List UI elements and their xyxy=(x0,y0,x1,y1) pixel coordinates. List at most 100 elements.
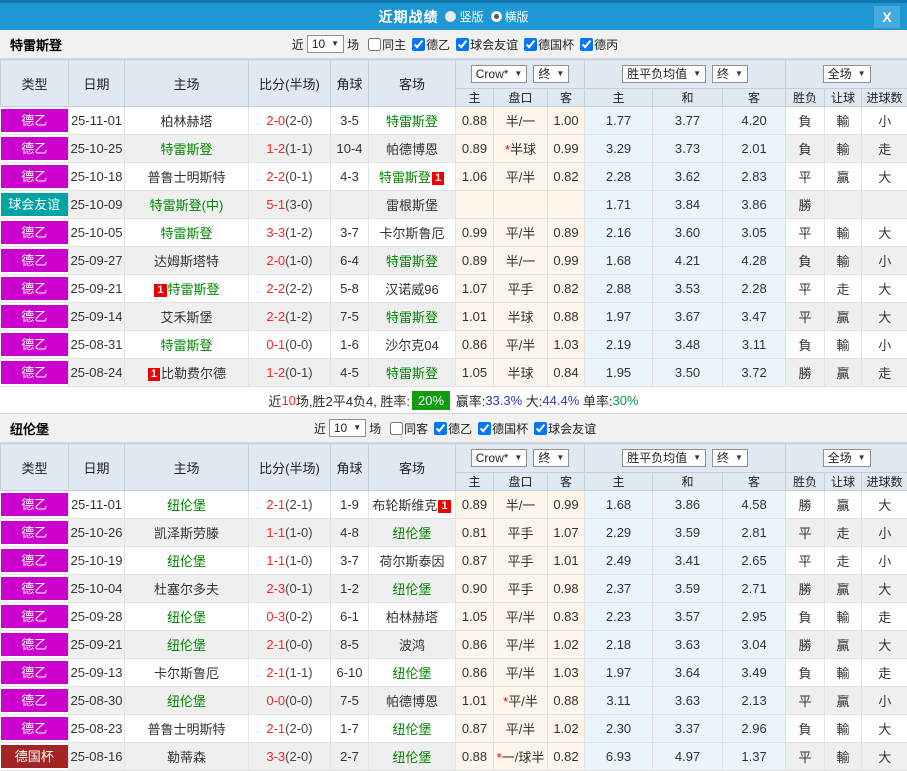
team-name-text: 荷尔斯泰因 xyxy=(379,554,444,569)
window-title: 近期战绩 xyxy=(378,7,438,27)
filters-bar: 近10▼场同主德乙球会友谊德国杯德丙 xyxy=(0,30,907,58)
team-name-text: 杜塞尔多夫 xyxy=(154,582,219,597)
result-goals-cell: 大 xyxy=(862,275,907,303)
same-venue-checkbox-box[interactable] xyxy=(390,422,403,435)
type-cell: 球会友谊 xyxy=(1,191,69,219)
avg-home-cell: 2.49 xyxy=(585,547,653,575)
team-name-text: 纽伦堡 xyxy=(167,694,206,709)
handicap-cell: 平/半 xyxy=(494,219,548,247)
final1-select[interactable]: 终▼ xyxy=(533,449,569,467)
away-team-cell: 纽伦堡 xyxy=(369,519,456,547)
odds-away-cell: 0.84 xyxy=(548,359,585,387)
fulltime-select[interactable]: 全场▼ xyxy=(823,65,871,83)
avg-away-cell: 2.01 xyxy=(723,135,786,163)
type-cell: 德乙 xyxy=(1,303,69,331)
team-name-text: 柏林赫塔 xyxy=(160,114,212,129)
league-checkbox[interactable]: 德国杯 xyxy=(472,420,528,437)
league-checkbox[interactable]: 球会友谊 xyxy=(450,36,518,53)
avg-away-cell: 4.28 xyxy=(723,247,786,275)
competition-type-badge: 德乙 xyxy=(1,109,69,132)
result-goals-cell: 小 xyxy=(862,547,907,575)
same-venue-checkbox[interactable]: 同客 xyxy=(384,420,428,437)
sub-column-header: 主 xyxy=(456,473,494,491)
score-cell: 0-0(0-0) xyxy=(249,687,331,715)
league-checkbox-box[interactable] xyxy=(456,38,469,51)
avg-away-cell: 2.71 xyxy=(723,575,786,603)
handicap-text: 平手 xyxy=(507,554,533,569)
header-row-main: 类型日期主场比分(半场)角球客场Crow*▼终▼胜平负均值▼终▼全场▼ xyxy=(1,444,907,473)
result-goals-cell: 走 xyxy=(862,135,907,163)
handicap-text: 半球 xyxy=(510,142,536,157)
fulltime-score: 0-3 xyxy=(266,609,285,624)
fulltime-score: 2-2 xyxy=(266,281,285,296)
league-checkbox-box[interactable] xyxy=(434,422,447,435)
summary-segment: 赢率: xyxy=(452,391,485,410)
fulltime-select[interactable]: 全场▼ xyxy=(823,449,871,467)
avg-select[interactable]: 胜平负均值▼ xyxy=(622,65,706,83)
team-name-text: 布轮斯维克 xyxy=(372,498,437,513)
same-venue-checkbox[interactable]: 同主 xyxy=(362,36,406,53)
result-outcome-cell: 負 xyxy=(786,135,825,163)
table-row: 德乙25-11-01纽伦堡2-1(2-1)1-9布轮斯维克10.89半/一0.9… xyxy=(1,491,907,519)
avg-home-cell: 1.77 xyxy=(585,107,653,135)
crow-select-value: Crow* xyxy=(476,67,509,81)
avg-select[interactable]: 胜平负均值▼ xyxy=(622,449,706,467)
result-goals-cell: 小 xyxy=(862,107,907,135)
score-cell: 2-1(2-0) xyxy=(249,715,331,743)
home-team-cell: 纽伦堡 xyxy=(125,687,249,715)
home-team-cell: 卡尔斯鲁厄 xyxy=(125,659,249,687)
result-goals-cell: 大 xyxy=(862,631,907,659)
result-outcome-cell: 負 xyxy=(786,331,825,359)
match-count-select[interactable]: 10▼ xyxy=(329,419,366,437)
halftime-score: (2-1) xyxy=(285,497,312,512)
competition-type-badge: 德乙 xyxy=(1,521,69,544)
team-name-text: 艾禾斯堡 xyxy=(160,310,212,325)
final2-select-value: 终 xyxy=(717,451,729,465)
close-icon[interactable]: X xyxy=(874,6,900,28)
same-venue-checkbox-box[interactable] xyxy=(368,38,381,51)
summary-segment: 10 xyxy=(281,393,295,408)
league-checkbox-box[interactable] xyxy=(412,38,425,51)
near-label: 近 xyxy=(292,36,304,53)
handicap-text: 平/半 xyxy=(506,666,536,681)
crow-select[interactable]: Crow*▼ xyxy=(471,65,528,83)
result-goals-cell: 走 xyxy=(862,603,907,631)
radio-horizontal-layout[interactable]: 横版 xyxy=(491,8,529,25)
league-checkbox[interactable]: 德乙 xyxy=(428,420,472,437)
final2-select[interactable]: 终▼ xyxy=(712,449,748,467)
avg-home-cell: 2.29 xyxy=(585,519,653,547)
away-team-cell: 纽伦堡 xyxy=(369,659,456,687)
radio-vertical-layout[interactable]: 竖版 xyxy=(445,8,483,25)
league-checkbox-box[interactable] xyxy=(478,422,491,435)
league-checkbox-box[interactable] xyxy=(524,38,537,51)
summary-segment: 44.4% xyxy=(542,393,579,408)
final2-select[interactable]: 终▼ xyxy=(712,65,748,83)
league-checkbox[interactable]: 德乙 xyxy=(406,36,450,53)
league-checkbox[interactable]: 德丙 xyxy=(574,36,618,53)
fulltime-score: 2-3 xyxy=(266,581,285,596)
match-count-select[interactable]: 10▼ xyxy=(307,35,344,53)
away-team-cell: 波鸿 xyxy=(369,631,456,659)
league-checkbox[interactable]: 德国杯 xyxy=(518,36,574,53)
halftime-score: (1-2) xyxy=(285,309,312,324)
date-cell: 25-09-13 xyxy=(69,659,125,687)
handicap-text: 半球 xyxy=(507,366,533,381)
corners-cell: 8-5 xyxy=(331,631,369,659)
odds-away-cell: 0.82 xyxy=(548,163,585,191)
date-cell: 25-08-16 xyxy=(69,743,125,771)
sub-column-header: 客 xyxy=(723,89,786,107)
header-group: 胜平负均值▼ 终▼ xyxy=(585,444,786,473)
final1-select[interactable]: 终▼ xyxy=(533,65,569,83)
filters-bar: 近10▼场同客德乙德国杯球会友谊 xyxy=(0,414,907,442)
avg-draw-cell: 3.63 xyxy=(653,631,723,659)
league-checkbox[interactable]: 球会友谊 xyxy=(528,420,596,437)
sub-column-header: 主 xyxy=(585,473,653,491)
result-handicap-cell: 贏 xyxy=(825,163,862,191)
header-group: Crow*▼ 终▼ xyxy=(456,444,585,473)
avg-away-cell: 3.04 xyxy=(723,631,786,659)
league-checkbox-box[interactable] xyxy=(534,422,547,435)
avg-draw-cell: 3.57 xyxy=(653,603,723,631)
league-checkbox-box[interactable] xyxy=(580,38,593,51)
crow-select[interactable]: Crow*▼ xyxy=(471,449,528,467)
away-team-cell: 特雷斯登 xyxy=(369,359,456,387)
